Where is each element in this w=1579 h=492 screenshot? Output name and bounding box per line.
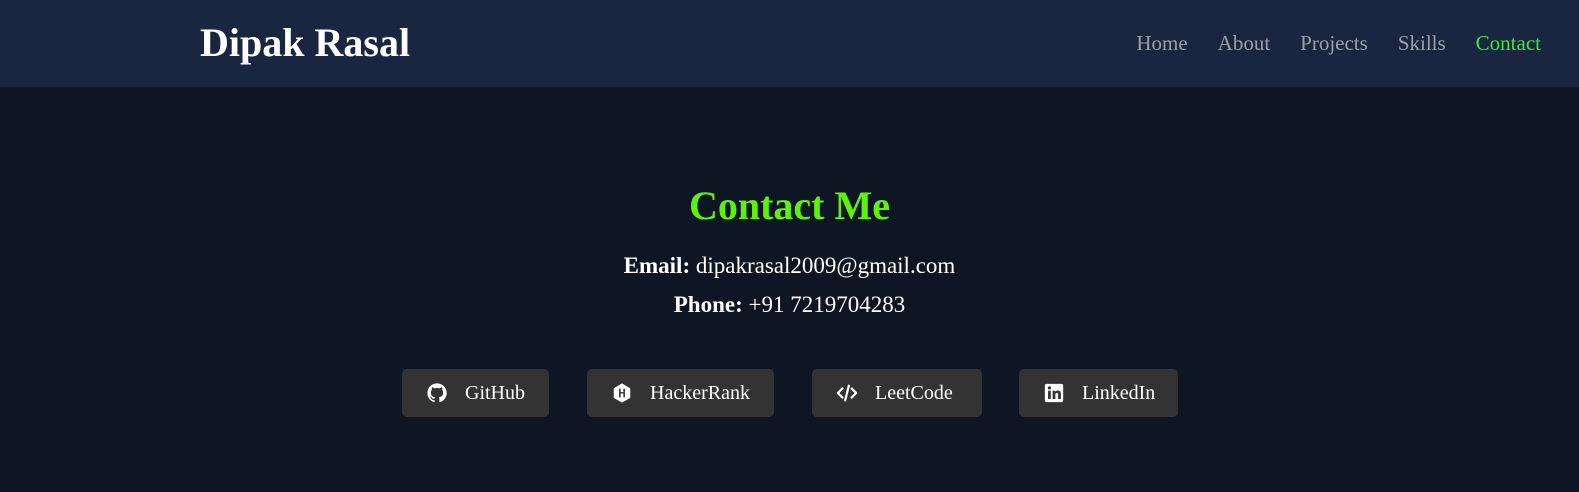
- email-value: dipakrasal2009@gmail.com: [695, 253, 956, 278]
- leetcode-button[interactable]: LeetCode: [812, 369, 982, 417]
- nav-link-contact[interactable]: Contact: [1476, 30, 1541, 56]
- code-icon: [836, 382, 858, 404]
- nav-link-about[interactable]: About: [1218, 30, 1271, 56]
- hackerrank-button[interactable]: HackerRank: [587, 369, 774, 417]
- email-label: Email:: [623, 253, 691, 278]
- github-button[interactable]: GitHub: [402, 369, 549, 417]
- section-title: Contact Me: [688, 183, 891, 228]
- linkedin-label: LinkedIn: [1082, 381, 1156, 404]
- github-label: GitHub: [465, 381, 525, 404]
- linkedin-icon: [1043, 382, 1065, 404]
- email-line: Email: dipakrasal2009@gmail.com: [0, 252, 1579, 280]
- phone-label: Phone:: [673, 292, 743, 317]
- github-icon: [426, 382, 448, 404]
- brand-title[interactable]: Dipak Rasal: [200, 20, 410, 66]
- hackerrank-label: HackerRank: [650, 381, 750, 404]
- leetcode-label: LeetCode: [875, 381, 953, 404]
- nav-menu: Home About Projects Skills Contact: [1136, 30, 1541, 56]
- linkedin-button[interactable]: LinkedIn: [1019, 369, 1178, 417]
- contact-section: Contact Me Email: dipakrasal2009@gmail.c…: [0, 87, 1579, 492]
- nav-link-projects[interactable]: Projects: [1300, 30, 1368, 56]
- phone-line: Phone: +91 7219704283: [0, 291, 1579, 319]
- nav-link-skills[interactable]: Skills: [1398, 30, 1446, 56]
- navbar: Dipak Rasal Home About Projects Skills C…: [0, 0, 1579, 87]
- hackerrank-icon: [611, 382, 633, 404]
- nav-link-home[interactable]: Home: [1136, 30, 1187, 56]
- phone-value: +91 7219704283: [748, 292, 906, 317]
